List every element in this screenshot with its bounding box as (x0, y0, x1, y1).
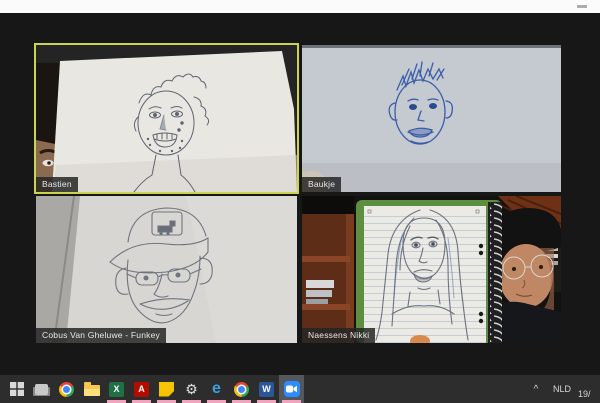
file-explorer-button[interactable] (79, 375, 104, 403)
chrome-button-2[interactable] (229, 375, 254, 403)
acrobat-icon: A (134, 382, 149, 397)
webcam-video-drawing-cobus (36, 196, 297, 343)
edge-icon: e (212, 381, 221, 397)
video-tile-nikki[interactable]: Naessens Nikki (302, 196, 561, 343)
sticky-notes-icon (159, 382, 174, 397)
task-view-button[interactable] (29, 375, 54, 403)
word-button[interactable]: W (254, 375, 279, 403)
desktop: Bastien (0, 0, 600, 403)
participant-name-label: Cobus Van Gheluwe - Funkey (36, 328, 166, 344)
participant-name-label: Bastien (36, 177, 78, 193)
edge-button[interactable]: e (204, 375, 229, 403)
system-tray: ^ NLD 19/ (526, 375, 600, 403)
video-tile-baukje[interactable]: Baukje (302, 45, 561, 192)
acrobat-button[interactable]: A (129, 375, 154, 403)
webcam-video-drawing-baukje (302, 45, 561, 192)
taskbar-clock[interactable]: 19/ (578, 389, 600, 399)
participant-name-label: Baukje (302, 177, 341, 193)
settings-gear-icon: ⚙ (185, 382, 198, 396)
zoom-button[interactable] (279, 375, 304, 403)
settings-button[interactable]: ⚙ (179, 375, 204, 403)
hidden-icons-chevron[interactable]: ^ (526, 384, 546, 395)
start-button[interactable] (4, 375, 29, 403)
excel-button[interactable]: X (104, 375, 129, 403)
excel-icon: X (109, 382, 124, 397)
chrome-button[interactable] (54, 375, 79, 403)
file-explorer-icon (84, 385, 100, 396)
sticky-notes-button[interactable] (154, 375, 179, 403)
language-indicator[interactable]: NLD (546, 384, 578, 394)
task-view-icon (35, 384, 48, 395)
minimize-icon[interactable] (577, 5, 587, 8)
chrome-icon (59, 382, 74, 397)
window-titlebar (0, 0, 600, 13)
video-tile-bastien[interactable]: Bastien (36, 45, 297, 192)
chrome-icon-2 (234, 382, 249, 397)
participant-name-label: Naessens Nikki (302, 328, 375, 344)
meeting-gallery: Bastien (0, 13, 600, 375)
taskbar: X A ⚙ e W ^ NLD (0, 375, 600, 403)
zoom-icon (284, 381, 300, 397)
webcam-video-nikki (302, 196, 561, 343)
video-camera-icon (286, 385, 297, 393)
video-tile-cobus[interactable]: Cobus Van Gheluwe - Funkey (36, 196, 297, 343)
start-icon (10, 382, 24, 396)
webcam-video-drawing-bastien (36, 45, 297, 192)
word-icon: W (259, 382, 274, 397)
